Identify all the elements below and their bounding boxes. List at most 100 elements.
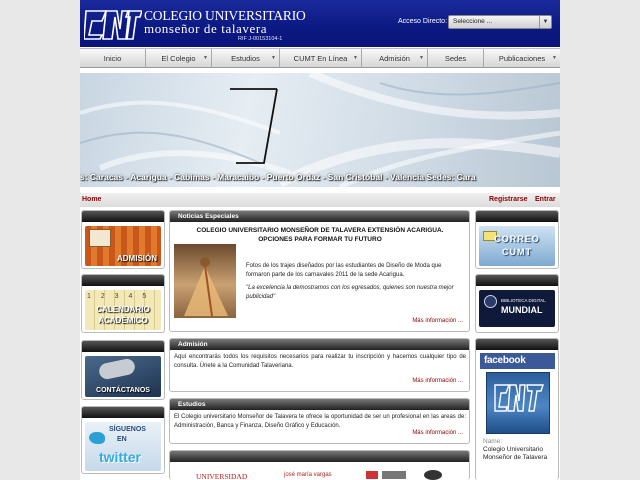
admision-tile-label: ADMISIÓN [117,254,157,263]
box-header [476,339,558,350]
site-header: COLEGIO UNIVERSITARIO monseñor de talave… [80,0,560,47]
logo-subtitle: monseñor de talavera [144,21,268,36]
calendario-tile[interactable]: 1 2 3 4 5 CALENDARIO ACADÉMICO [85,290,161,330]
breadcrumb-bar: Home Registrarse Entrar [80,193,560,207]
cumt-label: CUMT [502,247,532,257]
registrarse-link[interactable]: Registrarse [489,196,528,203]
nav-item-label: Admisión [379,54,410,63]
home-link[interactable]: Home [82,196,101,203]
partner-jose-maria-vargas-logo[interactable]: josé maría vargas [284,472,332,478]
acceso-directo-value: Seleccione ... [453,18,493,25]
entrar-link[interactable]: Entrar [535,196,556,203]
estudios-panel: Estudios El Colegio universitario Monseñ… [169,398,470,444]
main-nav: Inicio El Colegio ▼ Estudios ▼ CUMT En Lín… [80,48,560,68]
door-icon [89,229,111,247]
box-header [82,341,164,352]
facebook-banner[interactable]: facebook [480,353,555,369]
hero-banner: s: Caracas - Acarigua - Cabimas - Maraca… [80,73,560,187]
twitter-box: SÍGUENOS EN twitter [81,406,165,474]
nav-item-estudios[interactable]: Estudios ▼ [212,49,280,68]
chevron-down-icon[interactable]: ▼ [539,16,551,28]
biblioteca-label: BIBLIOTECA DIGITAL [501,298,546,303]
dropdown-arrow-icon: ▼ [552,55,557,61]
biblioteca-box: BIBLIOTECA DIGITAL MUNDIAL [475,274,559,333]
admision-header: Admisión [170,339,469,350]
noticias-body: Fotos de los trajes diseñados por las es… [246,263,442,278]
biblioteca-digital-tile[interactable]: BIBLIOTECA DIGITAL MUNDIAL [479,290,555,327]
phone-icon [97,357,137,381]
admision-body: Aquí encontrarás todos los requisitos ne… [174,354,466,369]
admision-tile[interactable]: ADMISIÓN [85,226,161,266]
estudios-body: El Colegio universitario Monseñor de Tal… [174,414,466,429]
acceso-directo-select[interactable]: Seleccione ... ▼ [448,15,552,29]
page: COLEGIO UNIVERSITARIO monseñor de talave… [80,0,560,480]
estudios-header: Estudios [170,399,469,410]
correo-label: CORREO [494,234,540,244]
contactanos-tile-label: CONTÁCTANOS [96,387,150,394]
facebook-name-value[interactable]: Colegio Universitario Monseñor de Talave… [483,446,553,463]
dropdown-arrow-icon: ▼ [271,55,276,61]
partners-header [170,451,469,462]
partners-panel: UNIVERSIDAD josé maría vargas [169,450,470,480]
facebook-box: facebook Name: Colegio Universitario Mon… [475,338,559,480]
acceso-directo-label: Acceso Directo: [398,18,448,25]
sedes-ticker: s: Caracas - Acarigua - Cabimas - Maraca… [80,172,476,182]
calendario-label-2: ACADÉMICO [98,316,148,325]
box-header [82,211,164,222]
banner-seven-mark [230,88,278,164]
box-header [82,407,164,418]
calendario-label-1: CALENDARIO [96,305,150,314]
facebook-name-label: Name: [483,438,503,445]
nav-item-publicaciones[interactable]: Publicaciones ▼ [484,49,560,68]
nav-item-label: CUMT En Línea [293,54,348,63]
nav-item-admision[interactable]: Admisión ▼ [362,49,428,68]
twitter-tile[interactable]: SÍGUENOS EN twitter [85,422,161,471]
admision-box: ADMISIÓN [81,210,165,269]
nav-item-el-colegio[interactable]: El Colegio ▼ [146,49,212,68]
nav-item-label: Publicaciones [498,54,546,63]
nav-item-label: Sedes [444,54,467,63]
noticias-title[interactable]: COLEGIO UNIVERSITARIO MONSEÑOR DE TALAVE… [184,227,456,245]
partner-logo-3[interactable] [366,471,406,479]
mundial-label: MUNDIAL [501,305,543,315]
cumt-logo-icon [494,384,544,412]
twitter-bird-icon [89,432,105,444]
nav-item-label: Estudios [231,54,260,63]
nav-item-cumt-en-linea[interactable]: CUMT En Línea ▼ [280,49,362,68]
admision-more-link[interactable]: Más información ... [412,378,463,384]
nav-item-label: Inicio [103,54,122,63]
globe-icon [484,295,497,308]
noticias-header: Noticias Especiales [170,211,469,222]
correo-box: CORREO CUMT [475,210,559,269]
contactanos-box: CONTÁCTANOS [81,340,165,400]
admision-panel: Admisión Aquí encontrarás todos los requ… [169,338,470,392]
partner-universidad-logo[interactable]: UNIVERSIDAD [196,472,247,480]
estudios-more-link[interactable]: Más información ... [412,430,463,436]
banner-background-graphic [80,73,560,187]
en-label: EN [117,436,127,443]
contactanos-tile[interactable]: CONTÁCTANOS [85,356,161,397]
twitter-wordmark: twitter [99,449,141,465]
nav-item-sedes[interactable]: Sedes [428,49,484,68]
dropdown-arrow-icon: ▼ [353,55,358,61]
dropdown-arrow-icon: ▼ [203,55,208,61]
dropdown-arrow-icon: ▼ [419,55,424,61]
facebook-profile-picture[interactable] [486,372,550,434]
noticias-quote: "La excelencia la demostramos con los eg… [246,285,454,300]
box-header [476,211,558,222]
box-header [82,275,164,286]
correo-cumt-tile[interactable]: CORREO CUMT [479,226,555,266]
costume-illustration [184,257,228,317]
carnaval-costume-photo[interactable] [174,244,236,318]
logo-rif: RIF J-00153104-1 [238,36,283,42]
partner-logo-4[interactable] [424,470,442,480]
calendario-box: 1 2 3 4 5 CALENDARIO ACADÉMICO [81,274,165,333]
noticias-panel: Noticias Especiales COLEGIO UNIVERSITARI… [169,210,470,332]
siguenos-label: SÍGUENOS [109,426,146,433]
calendar-grid-icon: 1 2 3 4 5 [87,293,151,300]
noticias-more-link[interactable]: Más información ... [412,318,463,324]
nav-item-label: El Colegio [161,54,196,63]
cumt-logo-icon[interactable] [84,5,142,42]
nav-item-inicio[interactable]: Inicio [80,49,146,68]
box-header [476,275,558,286]
